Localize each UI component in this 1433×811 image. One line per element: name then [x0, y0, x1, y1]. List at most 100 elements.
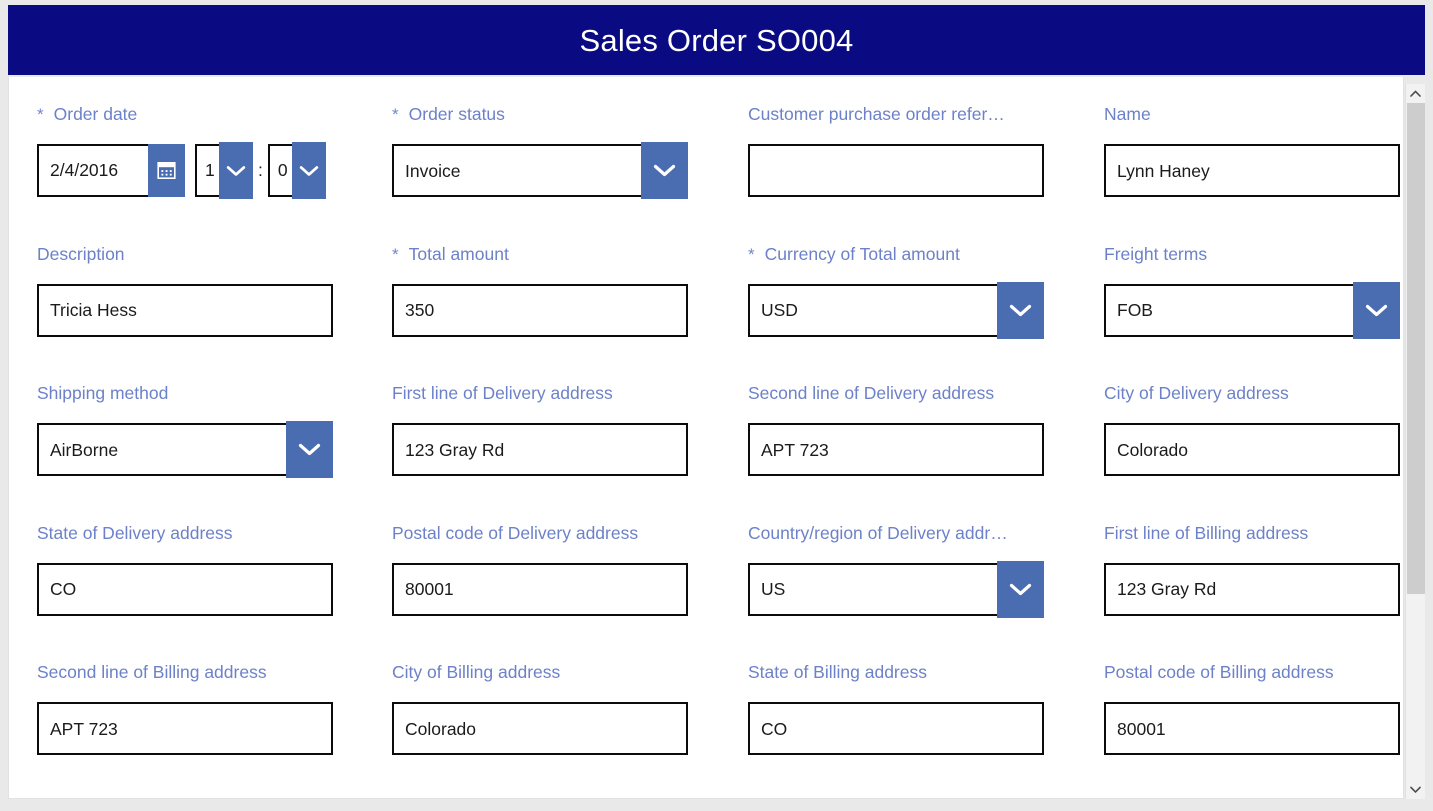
field-name: Name Lynn Haney: [1076, 77, 1403, 217]
input-postal-code-of-delivery-address[interactable]: 80001: [392, 562, 688, 616]
label-text-postal-code-of-billing-address: Postal code of Billing address: [1104, 662, 1334, 682]
label-text-total-amount: Total amount: [408, 243, 509, 264]
field-postal-code-of-delivery-address: Postal code of Delivery address 80001: [364, 496, 720, 636]
form-grid: * Order date 2/4/2016 1:0 * Order status Invoi…: [9, 77, 1403, 775]
field-customer-purchase-order-reference: Customer purchase order refer…: [720, 77, 1076, 217]
input-first-line-of-delivery-address[interactable]: 123 Gray Rd: [392, 423, 688, 476]
vertical-scrollbar[interactable]: [1405, 84, 1425, 799]
input-total-amount[interactable]: 350: [392, 283, 688, 337]
form-row: Second line of Billing address APT 723 Cit…: [9, 635, 1403, 775]
input-name[interactable]: Lynn Haney: [1104, 144, 1400, 197]
field-label-shipping-method: Shipping method: [37, 383, 364, 405]
scroll-up-button[interactable]: [1406, 84, 1425, 103]
label-text-order-status: Order status: [408, 104, 505, 124]
input-postal-code-of-billing-address[interactable]: 80001: [1104, 702, 1400, 755]
input-value-first-line-of-delivery-address: 123 Gray Rd: [405, 439, 505, 460]
chevron-down-icon: [1009, 583, 1032, 595]
select-value-freight-terms: FOB: [1117, 300, 1153, 320]
hour-dropdown-toggle[interactable]: [219, 142, 253, 199]
required-marker: *: [392, 244, 399, 264]
field-total-amount: * Total amount 350: [364, 217, 720, 357]
input-value-state-of-delivery-address: CO: [50, 579, 77, 599]
field-label-state-of-delivery-address: State of Delivery address: [37, 523, 364, 545]
field-label-order-date: * Order date: [37, 104, 364, 126]
chevron-down-icon: [653, 164, 676, 177]
field-label-currency-of-total-amount: * Currency of Total amount: [748, 244, 1076, 266]
select-toggle-currency-of-total-amount[interactable]: [997, 281, 1044, 339]
form-row: Shipping method AirBorne First line of Del…: [9, 356, 1403, 496]
date-input-order-date[interactable]: 2/4/2016: [37, 144, 185, 197]
input-value-second-line-of-delivery-address: APT 723: [761, 439, 829, 460]
field-label-customer-purchase-order-reference: Customer purchase order refer…: [748, 104, 1076, 126]
label-text-second-line-of-delivery-address: Second line of Delivery address: [748, 383, 995, 403]
input-city-of-billing-address[interactable]: Colorado: [392, 702, 688, 755]
select-shipping-method[interactable]: AirBorne: [37, 421, 333, 478]
minute-select-order-date[interactable]: 0: [267, 142, 326, 199]
scroll-down-button[interactable]: [1406, 780, 1425, 799]
scrollbar-thumb[interactable]: [1407, 103, 1425, 594]
field-label-country-region-of-delivery-address: Country/region of Delivery addr…: [748, 523, 1076, 545]
select-currency-of-total-amount[interactable]: USD: [748, 281, 1044, 339]
input-first-line-of-billing-address[interactable]: 123 Gray Rd: [1104, 562, 1400, 616]
input-state-of-billing-address[interactable]: CO: [748, 702, 1044, 755]
label-text-shipping-method: Shipping method: [37, 383, 169, 403]
field-order-status: * Order status Invoice: [364, 77, 720, 217]
input-value-state-of-billing-address: CO: [761, 718, 788, 739]
required-marker: *: [37, 105, 44, 124]
input-value-first-line-of-billing-address: 123 Gray Rd: [1117, 579, 1217, 599]
input-customer-purchase-order-reference[interactable]: [748, 144, 1044, 197]
input-value-description: Tricia Hess: [50, 300, 137, 320]
input-city-of-delivery-address[interactable]: Colorado: [1104, 423, 1400, 476]
form-row: * Order date 2/4/2016 1:0 * Order status Invoi…: [9, 77, 1403, 217]
label-text-description: Description: [37, 243, 125, 264]
label-text-postal-code-of-delivery-address: Postal code of Delivery address: [392, 522, 639, 543]
minute-value: 0: [277, 160, 288, 180]
input-description[interactable]: Tricia Hess: [37, 283, 333, 337]
field-description: Description Tricia Hess: [9, 217, 364, 357]
field-label-order-status: * Order status: [392, 104, 720, 126]
select-toggle-freight-terms[interactable]: [1353, 281, 1400, 339]
field-second-line-of-billing-address: Second line of Billing address APT 723: [9, 635, 364, 775]
label-text-first-line-of-delivery-address: First line of Delivery address: [392, 383, 613, 403]
chevron-up-icon: [1410, 90, 1421, 97]
form-card: * Order date 2/4/2016 1:0 * Order status Invoi…: [8, 77, 1404, 799]
select-order-status[interactable]: Invoice: [392, 142, 688, 199]
label-text-second-line-of-billing-address: Second line of Billing address: [37, 662, 267, 682]
time-separator: :: [258, 160, 263, 180]
minute-dropdown-toggle[interactable]: [291, 142, 326, 199]
chevron-down-icon: [1009, 304, 1032, 316]
field-label-state-of-billing-address: State of Billing address: [748, 662, 1076, 684]
hour-select-order-date[interactable]: 1: [195, 142, 253, 199]
select-country-region-of-delivery-address[interactable]: US: [748, 560, 1044, 618]
field-label-first-line-of-delivery-address: First line of Delivery address: [392, 383, 720, 405]
field-country-region-of-delivery-address: Country/region of Delivery addr… US: [720, 496, 1076, 636]
field-state-of-delivery-address: State of Delivery address CO: [9, 496, 364, 636]
field-label-second-line-of-delivery-address: Second line of Delivery address: [748, 383, 1076, 405]
field-label-total-amount: * Total amount: [392, 244, 720, 266]
label-text-customer-purchase-order-reference: Customer purchase order refer…: [748, 104, 1005, 124]
input-second-line-of-billing-address[interactable]: APT 723: [37, 702, 333, 755]
field-city-of-billing-address: City of Billing address Colorado: [364, 635, 720, 775]
field-label-city-of-billing-address: City of Billing address: [392, 662, 720, 684]
field-first-line-of-delivery-address: First line of Delivery address 123 Gray R…: [364, 356, 720, 496]
input-second-line-of-delivery-address[interactable]: APT 723: [748, 423, 1044, 476]
hour-value: 1: [205, 160, 215, 180]
calendar-picker-button[interactable]: [148, 144, 185, 197]
form-row: State of Delivery address CO Postal code o…: [9, 496, 1403, 636]
input-state-of-delivery-address[interactable]: CO: [37, 562, 333, 616]
select-toggle-order-status[interactable]: [641, 142, 688, 199]
select-toggle-shipping-method[interactable]: [286, 421, 333, 478]
input-value-postal-code-of-billing-address: 80001: [1117, 718, 1166, 739]
select-toggle-country-region-of-delivery-address[interactable]: [997, 560, 1044, 618]
input-value-total-amount: 350: [405, 300, 435, 320]
required-marker: *: [392, 105, 399, 124]
required-marker: *: [748, 244, 755, 264]
label-text-state-of-billing-address: State of Billing address: [748, 662, 927, 682]
label-text-city-of-delivery-address: City of Delivery address: [1104, 383, 1289, 403]
field-label-postal-code-of-delivery-address: Postal code of Delivery address: [392, 523, 720, 545]
field-label-postal-code-of-billing-address: Postal code of Billing address: [1104, 662, 1403, 684]
select-value-country-region-of-delivery-address: US: [761, 579, 786, 599]
datetime-group-order-date: 2/4/2016 1:0: [37, 142, 364, 199]
select-freight-terms[interactable]: FOB: [1104, 281, 1400, 339]
label-text-freight-terms: Freight terms: [1104, 243, 1208, 264]
